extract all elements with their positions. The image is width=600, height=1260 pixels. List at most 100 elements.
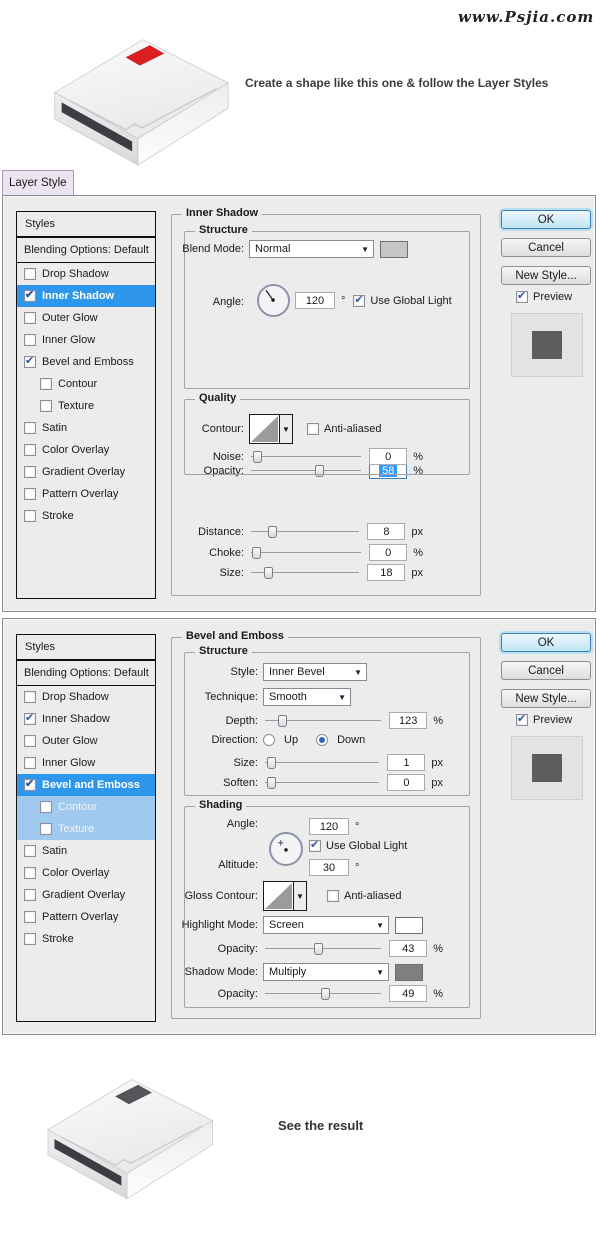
shadow-color-swatch[interactable] <box>395 964 423 981</box>
distance-slider[interactable] <box>251 531 359 532</box>
checkbox[interactable] <box>40 400 52 412</box>
checkbox[interactable] <box>40 801 52 813</box>
use-global-light-checkbox[interactable] <box>309 840 321 852</box>
layer-style-item-satin[interactable]: Satin <box>17 417 155 439</box>
checkbox[interactable] <box>24 488 36 500</box>
size-input[interactable]: 18 <box>367 564 405 581</box>
highlight-opacity-input[interactable]: 43 <box>389 940 427 957</box>
checkbox[interactable] <box>24 911 36 923</box>
checkbox[interactable] <box>24 933 36 945</box>
ok-button[interactable]: OK <box>501 633 591 652</box>
layer-style-item-drop-shadow[interactable]: Drop Shadow <box>17 263 155 285</box>
preview-checkbox[interactable] <box>516 291 528 303</box>
layer-style-item-pattern-overlay[interactable]: Pattern Overlay <box>17 906 155 928</box>
gloss-contour-dropdown-arrow[interactable]: ▼ <box>294 881 307 911</box>
checkbox[interactable] <box>24 510 36 522</box>
layer-style-item-texture[interactable]: Texture <box>17 395 155 417</box>
layer-style-item-outer-glow[interactable]: Outer Glow <box>17 730 155 752</box>
layer-style-item-stroke[interactable]: Stroke <box>17 928 155 950</box>
checkbox[interactable] <box>24 691 36 703</box>
layer-style-item-color-overlay[interactable]: Color Overlay <box>17 439 155 461</box>
angle-input[interactable]: 120 <box>309 818 349 835</box>
cancel-button[interactable]: Cancel <box>501 661 591 680</box>
checkbox[interactable] <box>24 466 36 478</box>
checkbox[interactable] <box>24 713 36 725</box>
checkbox[interactable] <box>24 889 36 901</box>
altitude-input[interactable]: 30 <box>309 859 349 876</box>
direction-up-radio[interactable] <box>263 734 275 746</box>
highlight-opacity-slider[interactable] <box>265 948 381 949</box>
anti-aliased-checkbox[interactable] <box>307 423 319 435</box>
blend-color-swatch[interactable] <box>380 241 408 258</box>
angle-input[interactable]: 120 <box>295 292 335 309</box>
layer-style-item-blending-options-default[interactable]: Blending Options: Default <box>17 661 155 686</box>
layer-style-item-inner-shadow[interactable]: Inner Shadow <box>17 285 155 307</box>
style-dropdown[interactable]: Inner Bevel ▼ <box>263 663 367 681</box>
checkbox[interactable] <box>24 845 36 857</box>
depth-slider[interactable] <box>265 720 381 721</box>
layer-style-item-contour[interactable]: Contour <box>17 796 155 818</box>
soften-slider[interactable] <box>265 782 379 783</box>
checkbox[interactable] <box>24 779 36 791</box>
distance-input[interactable]: 8 <box>367 523 405 540</box>
layer-style-item-satin[interactable]: Satin <box>17 840 155 862</box>
layer-style-tab[interactable]: Layer Style <box>2 170 74 195</box>
blend-mode-dropdown[interactable]: Normal ▼ <box>249 240 374 258</box>
size-slider[interactable] <box>251 572 359 573</box>
checkbox[interactable] <box>24 334 36 346</box>
checkbox[interactable] <box>40 823 52 835</box>
new-style-button[interactable]: New Style... <box>501 266 591 285</box>
checkbox[interactable] <box>24 757 36 769</box>
layer-style-item-bevel-and-emboss[interactable]: Bevel and Emboss <box>17 351 155 373</box>
gloss-contour-thumbnail[interactable] <box>263 881 294 911</box>
highlight-mode-dropdown[interactable]: Screen ▼ <box>263 916 389 934</box>
shadow-opacity-slider[interactable] <box>265 993 381 994</box>
preview-checkbox[interactable] <box>516 714 528 726</box>
size-slider[interactable] <box>265 762 379 763</box>
cancel-button[interactable]: Cancel <box>501 238 591 257</box>
checkbox[interactable] <box>40 378 52 390</box>
checkbox[interactable] <box>24 867 36 879</box>
checkbox[interactable] <box>24 290 36 302</box>
layer-style-item-inner-glow[interactable]: Inner Glow <box>17 329 155 351</box>
contour-dropdown-arrow[interactable]: ▼ <box>280 414 293 444</box>
highlight-color-swatch[interactable] <box>395 917 423 934</box>
checkbox[interactable] <box>24 444 36 456</box>
noise-slider[interactable] <box>251 456 361 457</box>
layer-style-item-bevel-and-emboss[interactable]: Bevel and Emboss <box>17 774 155 796</box>
layer-style-item-texture[interactable]: Texture <box>17 818 155 840</box>
direction-down-radio[interactable] <box>316 734 328 746</box>
new-style-button[interactable]: New Style... <box>501 689 591 708</box>
angle-altitude-dial[interactable] <box>269 832 303 866</box>
choke-slider[interactable] <box>251 552 361 553</box>
shadow-mode-dropdown[interactable]: Multiply ▼ <box>263 963 389 981</box>
ok-button[interactable]: OK <box>501 210 591 229</box>
checkbox[interactable] <box>24 356 36 368</box>
contour-thumbnail[interactable] <box>249 414 280 444</box>
layer-style-item-drop-shadow[interactable]: Drop Shadow <box>17 686 155 708</box>
layer-style-item-inner-shadow[interactable]: Inner Shadow <box>17 708 155 730</box>
layer-style-item-pattern-overlay[interactable]: Pattern Overlay <box>17 483 155 505</box>
noise-input[interactable]: 0 <box>369 448 407 465</box>
layer-style-item-contour[interactable]: Contour <box>17 373 155 395</box>
layer-style-item-color-overlay[interactable]: Color Overlay <box>17 862 155 884</box>
choke-input[interactable]: 0 <box>369 544 407 561</box>
layer-style-item-inner-glow[interactable]: Inner Glow <box>17 752 155 774</box>
use-global-light-checkbox[interactable] <box>353 295 365 307</box>
angle-dial[interactable] <box>257 284 290 317</box>
technique-dropdown[interactable]: Smooth ▼ <box>263 688 351 706</box>
checkbox[interactable] <box>24 735 36 747</box>
size-input[interactable]: 1 <box>387 754 425 771</box>
soften-input[interactable]: 0 <box>387 774 425 791</box>
checkbox[interactable] <box>24 422 36 434</box>
depth-input[interactable]: 123 <box>389 712 427 729</box>
layer-style-item-gradient-overlay[interactable]: Gradient Overlay <box>17 461 155 483</box>
anti-aliased-checkbox[interactable] <box>327 890 339 902</box>
layer-style-item-stroke[interactable]: Stroke <box>17 505 155 527</box>
layer-style-item-gradient-overlay[interactable]: Gradient Overlay <box>17 884 155 906</box>
shadow-opacity-input[interactable]: 49 <box>389 985 427 1002</box>
checkbox[interactable] <box>24 312 36 324</box>
layer-style-item-blending-options-default[interactable]: Blending Options: Default <box>17 238 155 263</box>
checkbox[interactable] <box>24 268 36 280</box>
layer-style-item-outer-glow[interactable]: Outer Glow <box>17 307 155 329</box>
